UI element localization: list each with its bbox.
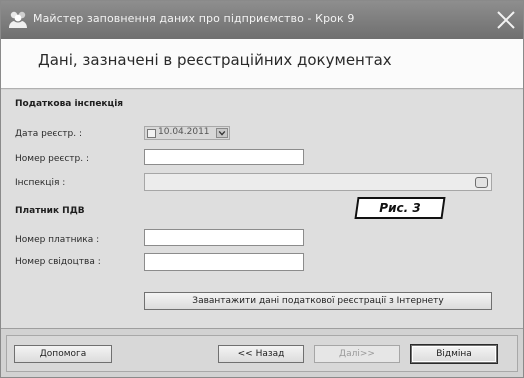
inspection-label: Інспекція : <box>15 178 66 188</box>
figure-label-text: Рис. 3 <box>379 201 421 215</box>
step-title: Дані, зазначені в реєстраційних документ… <box>38 51 392 69</box>
wizard-footer: Допомога << Назад Далі>> Відміна <box>1 328 523 377</box>
back-button[interactable]: << Назад <box>218 345 304 363</box>
reg-date-picker[interactable]: 10.04.2011 <box>144 126 230 140</box>
vat-payer-section-title: Платник ПДВ <box>15 206 85 216</box>
help-button[interactable]: Допомога <box>14 345 112 363</box>
certificate-number-label: Номер свідоцтва : <box>15 257 101 267</box>
group-users-icon <box>9 11 27 28</box>
inspection-browse-button[interactable] <box>475 177 488 188</box>
window-title: Майстер заповнення даних про підприємств… <box>33 12 355 25</box>
footer-button-panel: Допомога << Назад Далі>> Відміна <box>6 335 518 372</box>
title-bar[interactable]: Майстер заповнення даних про підприємств… <box>1 1 523 39</box>
wizard-window: Майстер заповнення даних про підприємств… <box>0 0 524 378</box>
step-header: Дані, зазначені в реєстраційних документ… <box>1 39 523 89</box>
inspection-field[interactable] <box>144 173 492 191</box>
reg-number-label: Номер реєстр. : <box>15 154 90 164</box>
figure-label: Рис. 3 <box>354 197 446 219</box>
reg-date-label: Дата реєстр. : <box>15 129 83 139</box>
payer-number-field[interactable] <box>144 229 304 246</box>
chevron-down-icon[interactable] <box>216 128 228 138</box>
reg-date-checkbox[interactable] <box>147 129 156 138</box>
certificate-number-field[interactable] <box>144 253 304 271</box>
cancel-button[interactable]: Відміна <box>411 345 497 363</box>
tax-inspection-section-title: Податкова інспекція <box>15 99 124 109</box>
payer-number-label: Номер платника : <box>15 235 100 245</box>
next-button[interactable]: Далі>> <box>314 345 400 363</box>
reg-number-field[interactable] <box>144 149 304 165</box>
form-content: Податкова інспекція Рис. 3 Дата реєстр. … <box>1 90 523 328</box>
load-tax-registration-button[interactable]: Завантажити дані податкової реєстрації з… <box>144 292 492 310</box>
reg-date-value: 10.04.2011 <box>158 127 210 137</box>
close-icon[interactable] <box>493 7 519 33</box>
